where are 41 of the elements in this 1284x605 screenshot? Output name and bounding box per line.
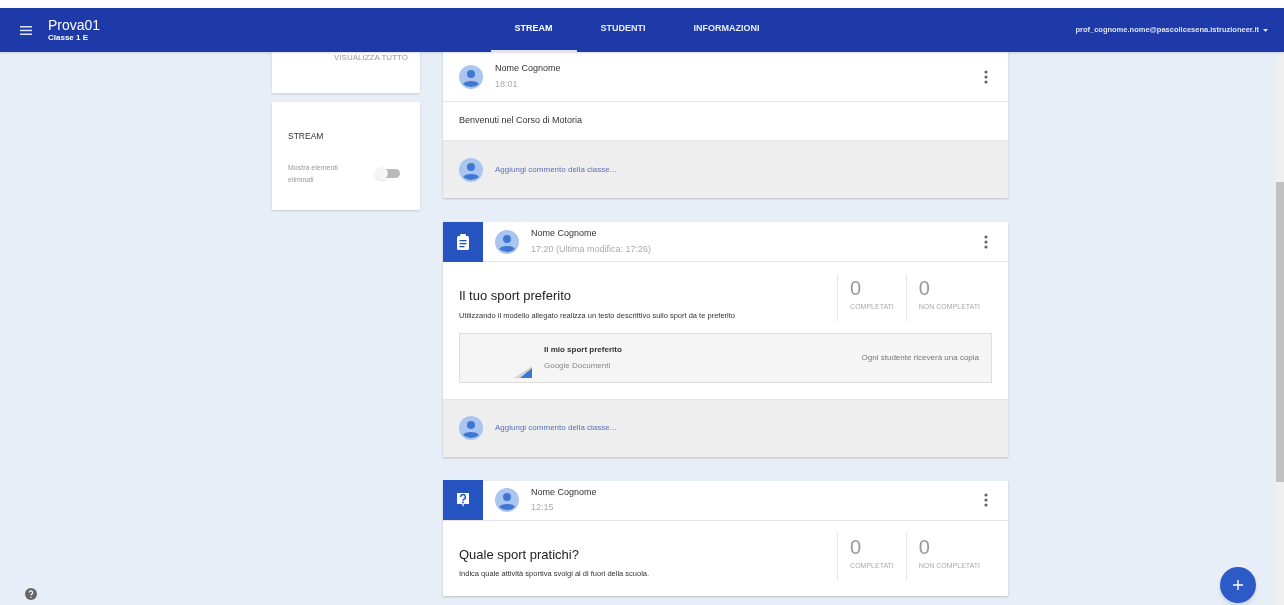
attachment-card[interactable]: Il mio sport preferito Google Documenti Ogni studente riceverà una copia <box>459 332 992 383</box>
author-name: Nome Cognome <box>531 487 597 499</box>
avatar-icon <box>495 488 519 513</box>
more-options-icon[interactable] <box>984 493 988 508</box>
attachment-type: Google Documenti <box>544 359 612 372</box>
toggle-switch[interactable] <box>378 169 400 179</box>
clipboard-icon <box>456 233 470 250</box>
stat-value: 0 <box>850 536 863 557</box>
stream-heading: STREAM <box>288 131 324 141</box>
document-thumbnail-icon <box>514 365 532 378</box>
avatar-icon <box>459 157 483 182</box>
post-text: Benvenuti nel Corso di Motoria <box>459 114 583 128</box>
post-time: 18:01 <box>495 78 519 90</box>
course-section: Classe 1 E <box>48 34 101 42</box>
avatar-icon <box>495 229 519 254</box>
avatar-icon <box>459 416 483 441</box>
author-name: Nome Cognome <box>495 63 561 75</box>
more-options-icon[interactable] <box>984 234 988 249</box>
comment-field[interactable]: Aggiungi commento della classe... <box>495 422 992 435</box>
post-time: 12:15 <box>531 502 555 514</box>
nav-tab[interactable]: STUDENTI <box>576 8 670 52</box>
post-title: Quale sport pratichi? <box>459 545 580 564</box>
course-title: Prova01 <box>48 18 101 32</box>
attachment-note: Ogni studente riceverà una copia <box>861 351 980 364</box>
menu-icon[interactable] <box>20 25 32 35</box>
post-time: 17:20 (Ultima modifica: 17:26) <box>531 243 652 255</box>
author-name: Nome Cognome <box>531 228 598 240</box>
scrollbar[interactable] <box>1276 52 1284 605</box>
caret-icon <box>1263 28 1268 32</box>
nav-tab[interactable]: INFORMAZIONI <box>669 8 784 52</box>
stat-value: 0 <box>918 278 931 298</box>
stat-value: 0 <box>850 278 863 298</box>
question-icon <box>456 492 470 509</box>
post-title: Il tuo sport preferito <box>459 287 572 305</box>
plus-icon <box>1233 580 1243 590</box>
stat-value: 0 <box>918 536 931 557</box>
attachment-title: Il mio sport preferito <box>544 343 623 356</box>
more-options-icon[interactable] <box>984 69 988 84</box>
comment-field[interactable]: Aggiungi commento della classe... <box>495 163 992 176</box>
avatar-icon <box>459 64 483 89</box>
help-icon[interactable] <box>25 588 37 600</box>
